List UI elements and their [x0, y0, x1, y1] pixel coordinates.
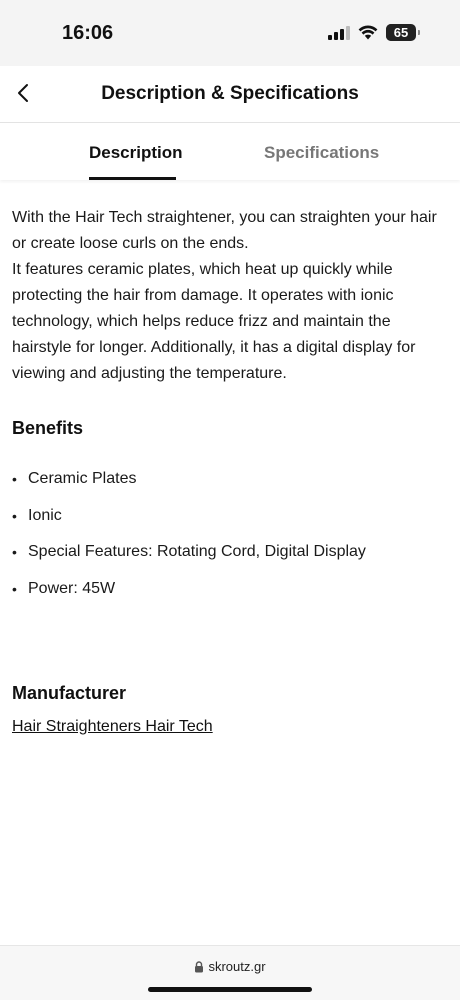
status-time: 16:06	[62, 22, 114, 44]
bullet: •	[12, 544, 17, 561]
list-item-text: Ceramic Plates	[28, 470, 137, 488]
list-item-text: Special Features: Rotating Cord, Digital…	[28, 543, 366, 561]
list-item-text: Ionic	[28, 506, 62, 524]
manufacturer-heading: Manufacturer	[12, 683, 127, 703]
home-indicator[interactable]	[148, 987, 312, 992]
lock-icon	[195, 960, 204, 972]
bullet: •	[12, 507, 17, 524]
page-header: Description & Specifications	[0, 66, 460, 123]
battery-icon: 65	[386, 24, 420, 41]
benefits-heading: Benefits	[12, 418, 84, 438]
wifi-icon	[358, 25, 378, 40]
tab-specifications[interactable]: Specifications	[264, 143, 379, 163]
page-title: Description & Specifications	[101, 83, 359, 104]
browser-bottom-bar: skroutz.gr	[0, 945, 460, 1000]
bullet: •	[12, 471, 17, 488]
list-item: • Ceramic Plates	[12, 461, 442, 498]
active-tab-indicator	[89, 177, 176, 180]
description-paragraph: It features ceramic plates, which heat u…	[12, 261, 416, 382]
status-bar: 16:06 65	[0, 0, 460, 66]
description-text: With the Hair Tech straightener, you can…	[12, 205, 442, 387]
list-item: • Special Features: Rotating Cord, Digit…	[12, 534, 442, 571]
benefits-list: • Ceramic Plates • Ionic • Special Featu…	[12, 461, 442, 607]
description-paragraph: With the Hair Tech straightener, you can…	[12, 209, 437, 252]
main-content: With the Hair Tech straightener, you can…	[12, 205, 442, 736]
tab-bar: Description Specifications	[0, 124, 460, 180]
list-item: • Power: 45W	[12, 571, 442, 608]
tab-description[interactable]: Description	[89, 143, 183, 163]
signal-icon	[328, 25, 350, 40]
url-text: skroutz.gr	[208, 959, 266, 974]
manufacturer-link[interactable]: Hair Straighteners Hair Tech	[12, 718, 213, 736]
battery-text: 65	[393, 25, 409, 40]
battery-cap	[418, 30, 420, 35]
status-icons: 65	[328, 24, 420, 41]
list-item: • Ionic	[12, 498, 442, 535]
url-bar[interactable]: skroutz.gr	[0, 959, 460, 974]
list-item-text: Power: 45W	[28, 579, 116, 597]
bullet: •	[12, 580, 17, 597]
